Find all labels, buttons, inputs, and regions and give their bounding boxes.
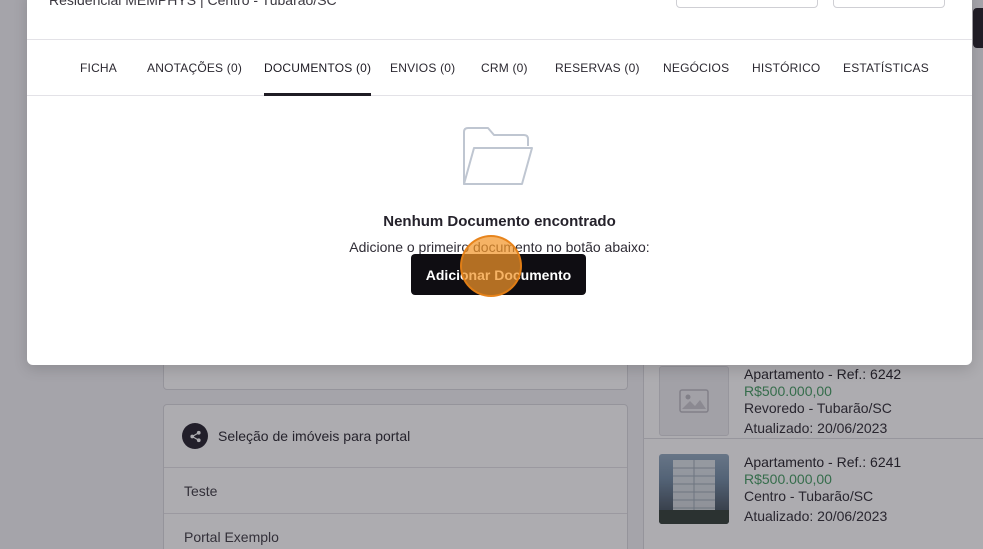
empty-state-subtitle: Adicione o primeiro documento no botão a…: [349, 239, 650, 255]
property-modal: Residencial MEMPHYS | Centro - Tubarão/S…: [27, 0, 972, 365]
documents-empty-state: Nenhum Documento encontrado Adicione o p…: [27, 96, 972, 346]
tab-historico[interactable]: HISTÓRICO: [752, 40, 820, 96]
tab-anotacoes[interactable]: ANOTAÇÕES (0): [147, 40, 242, 96]
tab-reservas[interactable]: RESERVAS (0): [555, 40, 640, 96]
tab-crm[interactable]: CRM (0): [481, 40, 528, 96]
tab-estatisticas[interactable]: ESTATÍSTICAS: [843, 40, 929, 96]
add-document-button[interactable]: Adicionar Documento: [411, 254, 586, 295]
property-subtitle: Residencial MEMPHYS | Centro - Tubarão/S…: [49, 0, 337, 8]
tab-bar: FICHA ANOTAÇÕES (0) DOCUMENTOS (0) ENVIO…: [27, 39, 972, 96]
tab-documentos[interactable]: DOCUMENTOS (0): [264, 40, 372, 96]
empty-state-title: Nenhum Documento encontrado: [383, 213, 616, 230]
tab-envios[interactable]: ENVIOS (0): [390, 40, 455, 96]
tab-negocios[interactable]: NEGÓCIOS: [663, 40, 729, 96]
modal-action-button[interactable]: [676, 0, 818, 8]
tab-ficha[interactable]: FICHA: [80, 40, 117, 96]
folder-icon: [462, 126, 534, 188]
modal-action-button[interactable]: [833, 0, 945, 8]
